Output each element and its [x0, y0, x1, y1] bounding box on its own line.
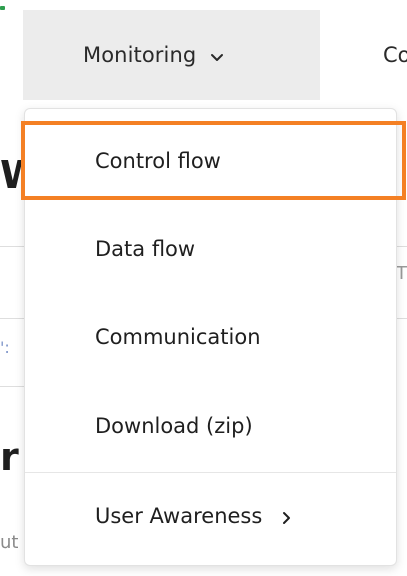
menu-item-user-awareness[interactable]: User Awareness	[25, 472, 396, 560]
top-navigation: Monitoring Co	[0, 0, 407, 104]
menu-item-control-flow[interactable]: Control flow	[25, 117, 396, 205]
page-text-fragment: ut	[0, 532, 19, 553]
menu-item-label: Download (zip)	[95, 414, 253, 438]
menu-item-label: Control flow	[95, 149, 221, 173]
menu-item-label: Data flow	[95, 237, 196, 261]
nav-tab-monitoring-label: Monitoring	[83, 43, 197, 67]
menu-item-label: User Awareness	[95, 504, 263, 528]
page-text-fragment: T	[396, 263, 407, 284]
menu-item-data-flow[interactable]: Data flow	[25, 205, 396, 293]
nav-tab-next[interactable]: Co	[320, 10, 407, 100]
page-text-fragment: ':	[0, 338, 10, 357]
menu-item-communication[interactable]: Communication	[25, 293, 396, 381]
chevron-right-icon	[282, 506, 292, 530]
menu-item-download-zip[interactable]: Download (zip)	[25, 382, 396, 470]
chevron-down-icon	[210, 48, 224, 67]
nav-tab-next-label: Co	[383, 43, 407, 67]
nav-tab-monitoring[interactable]: Monitoring	[23, 10, 320, 100]
monitoring-dropdown-menu: Control flow Data flow Communication Dow…	[24, 108, 397, 566]
nav-accent-mark	[0, 6, 5, 10]
menu-item-label: Communication	[95, 325, 261, 349]
page-heading-fragment: r	[0, 435, 19, 479]
